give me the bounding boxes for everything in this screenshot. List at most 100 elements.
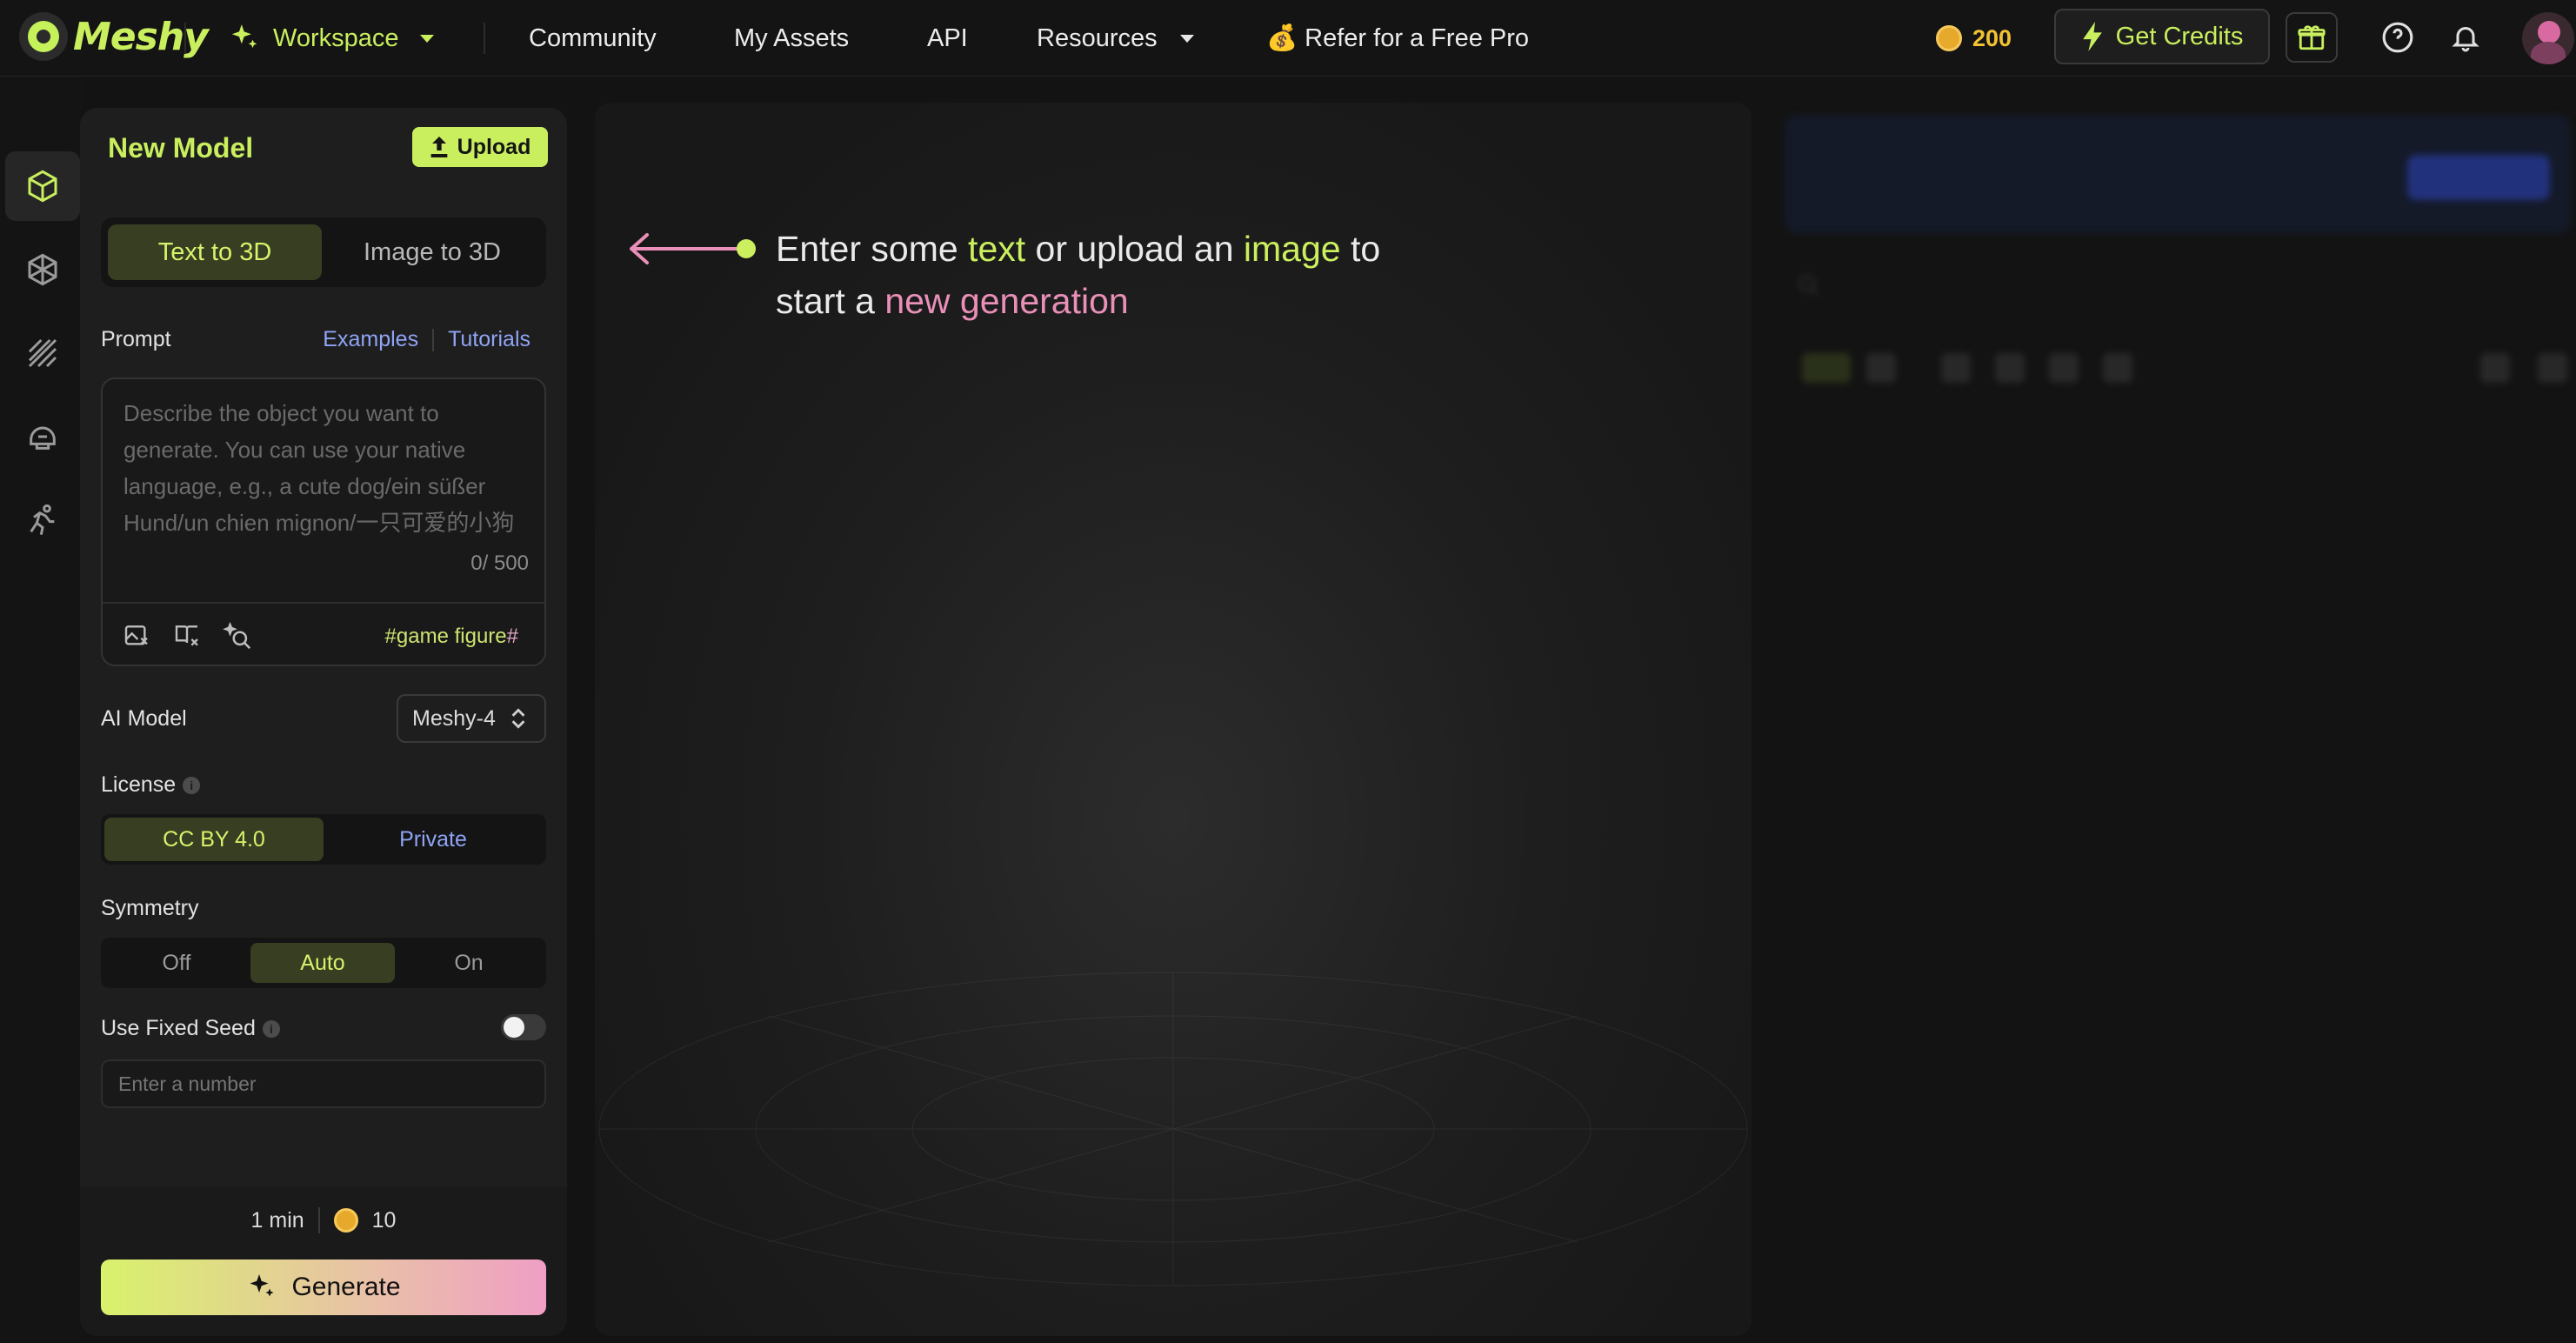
nav-refer-link[interactable]: 💰 Refer for a Free Pro xyxy=(1266,0,1529,77)
generate-label: Generate xyxy=(291,1273,401,1301)
meshy-logo[interactable]: Meshy xyxy=(19,12,209,61)
panel-title: New Model xyxy=(108,132,254,164)
filter-chip[interactable] xyxy=(1941,353,1971,383)
meshy-logo-icon xyxy=(19,12,68,61)
ai-model-label: AI Model xyxy=(101,706,187,731)
fixed-seed-label-row: Use Fixed Seed i xyxy=(101,1016,280,1041)
msg-highlight-image: image xyxy=(1243,229,1341,269)
tab-text-to-3d[interactable]: Text to 3D xyxy=(108,224,322,280)
license-option-cc-by[interactable]: CC BY 4.0 xyxy=(104,818,324,861)
nav-api[interactable]: API xyxy=(927,0,968,77)
symmetry-option-off[interactable]: Off xyxy=(104,943,249,983)
ai-model-select[interactable]: Meshy-4 xyxy=(397,694,546,743)
tab-image-to-3d[interactable]: Image to 3D xyxy=(325,224,539,280)
credit-balance-value: 200 xyxy=(1972,24,2012,51)
symmetry-option-auto[interactable]: Auto xyxy=(250,943,395,983)
estimate-time: 1 min xyxy=(250,1207,304,1233)
search-icon xyxy=(1799,275,1819,296)
chevron-down-icon xyxy=(1179,34,1194,43)
clear-image-button[interactable] xyxy=(120,619,153,652)
upgrade-button[interactable] xyxy=(2407,155,2550,200)
nav-divider xyxy=(184,23,186,54)
info-icon[interactable]: i xyxy=(262,1020,280,1039)
upload-icon xyxy=(430,137,447,157)
magic-search-icon xyxy=(223,621,251,650)
tutorials-link[interactable]: Tutorials xyxy=(448,327,531,352)
msg-part: to xyxy=(1340,229,1381,269)
filter-chip[interactable] xyxy=(1995,353,2025,383)
generate-button[interactable]: Generate xyxy=(101,1259,546,1315)
prompt-field[interactable]: Describe the object you want to generate… xyxy=(101,378,546,666)
nav-community[interactable]: Community xyxy=(529,0,657,77)
filter-chip[interactable] xyxy=(2103,353,2132,383)
history-search[interactable] xyxy=(1797,273,2562,317)
model-mesh-icon xyxy=(28,253,57,286)
fixed-seed-label: Use Fixed Seed xyxy=(101,1016,256,1040)
image-remove-icon xyxy=(124,625,148,645)
rail-animation[interactable] xyxy=(5,485,80,555)
top-navbar: Meshy Workspace Community My Assets API … xyxy=(0,0,2576,77)
nav-workspace-label: Workspace xyxy=(273,23,399,52)
license-option-private[interactable]: Private xyxy=(324,818,543,861)
filter-chip[interactable] xyxy=(1802,353,1851,383)
seed-input[interactable] xyxy=(101,1059,546,1108)
user-avatar[interactable] xyxy=(2522,12,2574,64)
sparkle-icon xyxy=(231,24,257,49)
prompt-char-counter: 0/ 500 xyxy=(470,551,529,575)
rail-text-to-3d[interactable] xyxy=(5,151,80,221)
symmetry-label: Symmetry xyxy=(101,896,199,920)
upload-label: Upload xyxy=(457,134,531,159)
license-selector: CC BY 4.0 Private xyxy=(101,814,546,865)
chevron-updown-icon xyxy=(511,708,525,729)
notifications-button[interactable] xyxy=(2446,17,2486,57)
nav-resources-label: Resources xyxy=(1037,23,1158,52)
filter-chip[interactable] xyxy=(1866,353,1896,383)
coin-icon xyxy=(333,1208,358,1233)
gift-button[interactable] xyxy=(2286,12,2338,63)
history-panel xyxy=(1779,103,2576,1336)
license-label-row: License i xyxy=(101,772,201,798)
info-icon[interactable]: i xyxy=(183,777,201,795)
fixed-seed-toggle[interactable] xyxy=(501,1014,546,1040)
license-label: License xyxy=(101,772,177,797)
rail-avatar[interactable] xyxy=(5,402,80,471)
rail-models[interactable] xyxy=(5,235,80,304)
rail-texture[interactable] xyxy=(5,318,80,388)
filter-chip[interactable] xyxy=(2480,353,2510,383)
prompt-placeholder: Describe the object you want to generate… xyxy=(123,400,515,536)
prompt-toolbar: #game figure# xyxy=(103,602,544,666)
filter-chip[interactable] xyxy=(2538,353,2567,383)
brand-name: Meshy xyxy=(73,14,209,59)
estimate-divider xyxy=(317,1207,320,1233)
new-model-panel: New Model Upload Text to 3D Image to 3D … xyxy=(80,108,567,1336)
clear-prompt-button[interactable] xyxy=(170,619,204,652)
msg-part: Enter some xyxy=(776,229,969,269)
msg-highlight-new-generation: new generation xyxy=(884,281,1129,321)
get-credits-button[interactable]: Get Credits xyxy=(2054,9,2270,64)
help-circle-icon xyxy=(2382,22,2413,53)
symmetry-option-on[interactable]: On xyxy=(397,943,541,983)
prompt-tag-link[interactable]: #game figure# xyxy=(385,625,518,649)
history-filters xyxy=(1802,353,2567,391)
sparkle-icon xyxy=(250,1274,274,1297)
examples-link[interactable]: Examples xyxy=(323,327,418,352)
msg-part: start a xyxy=(776,281,885,321)
msg-highlight-text: text xyxy=(968,229,1026,269)
nav-divider xyxy=(484,23,485,54)
mode-tabs: Text to 3D Image to 3D xyxy=(101,217,546,287)
cube-icon xyxy=(28,170,57,203)
ai-enhance-button[interactable] xyxy=(221,619,254,652)
upload-button[interactable]: Upload xyxy=(412,127,548,167)
get-credits-label: Get Credits xyxy=(2115,22,2244,50)
filter-chip[interactable] xyxy=(2049,353,2079,383)
nav-workspace-dropdown[interactable]: Workspace xyxy=(228,0,434,77)
prompt-help-links: Examples Tutorials xyxy=(323,327,531,352)
credit-balance[interactable]: 200 xyxy=(1936,0,2012,77)
preview-canvas[interactable]: Enter some text or upload an image to st… xyxy=(595,103,1752,1336)
chevron-down-icon xyxy=(419,34,434,43)
nav-my-assets[interactable]: My Assets xyxy=(734,0,849,77)
nav-resources-dropdown[interactable]: Resources xyxy=(1037,0,1194,77)
ai-model-value: Meshy-4 xyxy=(412,705,496,731)
prompt-tag-suffix: # xyxy=(506,625,518,648)
help-button[interactable] xyxy=(2378,17,2418,57)
